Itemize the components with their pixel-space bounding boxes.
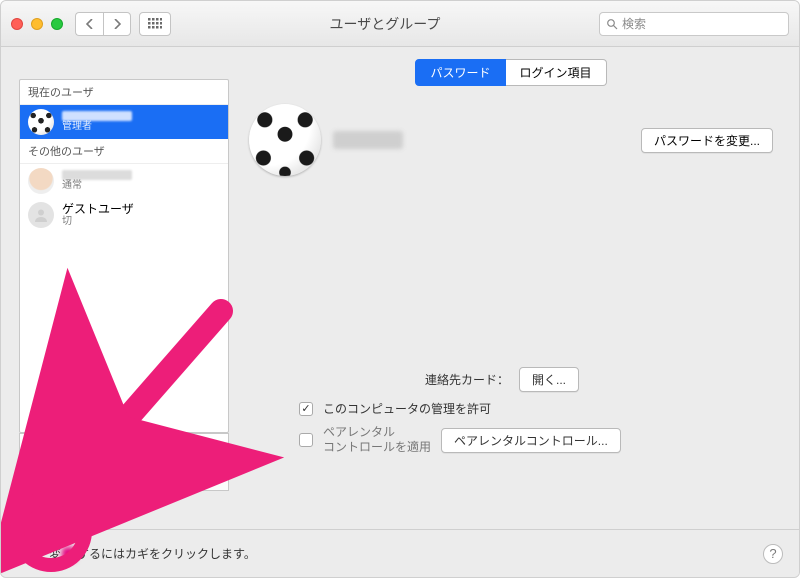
user-name-redacted (62, 170, 132, 180)
show-all-prefs-button[interactable] (139, 12, 171, 36)
search-icon (606, 18, 618, 30)
grid-icon (148, 18, 162, 30)
body: 現在のユーザ 管理者 その他のユーザ 通常 (1, 47, 799, 577)
parental-label-line2: コントロールを適用 (323, 440, 431, 455)
tab-login-items[interactable]: ログイン項目 (506, 59, 607, 86)
back-button[interactable] (75, 12, 103, 36)
users-groups-window: ユーザとグループ 検索 現在のユーザ 管理者 その他のユーザ (0, 0, 800, 578)
obscured-char (62, 547, 76, 561)
user-list: 現在のユーザ 管理者 その他のユーザ 通常 (19, 79, 229, 433)
parental-controls-checkbox[interactable] (299, 433, 313, 447)
guest-user-state: 切 (62, 216, 134, 228)
add-user-button[interactable]: ＋ (20, 467, 46, 490)
tab-password[interactable]: パスワード (415, 59, 505, 86)
titlebar: ユーザとグループ 検索 (1, 1, 799, 47)
search-placeholder: 検索 (622, 15, 646, 32)
sidebar: 現在のユーザ 管理者 その他のユーザ 通常 (19, 79, 229, 577)
parental-label-line1: ペアレンタル (323, 425, 431, 440)
settings-area: 連絡先カード： 開く... このコンピュータの管理を許可 ペアレンタル コントロ… (249, 359, 773, 463)
remove-user-button[interactable]: − (46, 467, 72, 490)
obscured-text (98, 443, 168, 457)
spacer (72, 467, 228, 490)
avatar-icon (28, 168, 54, 194)
lock-hint-prefix: 変 (49, 545, 61, 562)
nav-back-forward (75, 12, 131, 36)
user-name-redacted (62, 111, 132, 121)
help-button[interactable]: ? (763, 544, 783, 564)
window-title: ユーザとグループ (171, 14, 599, 34)
lock-hint-suffix: するにはカギをクリックします。 (77, 545, 256, 562)
login-options-label-prefix: ログイ (54, 442, 90, 459)
user-row-other[interactable]: 通常 (20, 164, 228, 198)
main-pane: パスワード ログイン項目 パスワードを変更... 連絡先カード： 開く... こ… (241, 59, 781, 577)
user-role: 通常 (62, 180, 132, 192)
footer: 変 するにはカギをクリックします。 ? (1, 529, 799, 577)
user-row-current[interactable]: 管理者 (20, 105, 228, 139)
zoom-window-button[interactable] (51, 18, 63, 30)
home-icon (28, 441, 46, 459)
change-password-button[interactable]: パスワードを変更... (641, 128, 773, 153)
lock-icon[interactable] (17, 541, 39, 567)
user-role: 管理者 (62, 121, 132, 133)
user-header: パスワードを変更... (241, 100, 781, 180)
login-options-label-suffix: ション (176, 442, 212, 459)
minimize-window-button[interactable] (31, 18, 43, 30)
section-current-user: 現在のユーザ (20, 80, 228, 105)
login-options-row[interactable]: ログイ ション (19, 433, 229, 467)
contacts-card-label: 連絡先カード： (249, 371, 509, 388)
guest-avatar-icon (28, 202, 54, 228)
avatar-large[interactable] (249, 104, 321, 176)
allow-admin-checkbox[interactable] (299, 402, 313, 416)
allow-admin-label: このコンピュータの管理を許可 (323, 400, 491, 417)
window-controls (11, 18, 63, 30)
forward-button[interactable] (103, 12, 131, 36)
add-remove-row: ＋ − (19, 467, 229, 491)
search-field[interactable]: 検索 (599, 12, 789, 36)
open-contacts-button[interactable]: 開く... (519, 367, 579, 392)
user-display-name-redacted (333, 131, 403, 149)
section-other-users: その他のユーザ (20, 139, 228, 164)
tab-bar: パスワード ログイン項目 (241, 59, 781, 86)
open-parental-controls-button[interactable]: ペアレンタルコントロール... (441, 428, 621, 453)
guest-user-name: ゲストユーザ (62, 202, 134, 216)
user-row-guest[interactable]: ゲストユーザ 切 (20, 198, 228, 232)
close-window-button[interactable] (11, 18, 23, 30)
avatar-icon (28, 109, 54, 135)
